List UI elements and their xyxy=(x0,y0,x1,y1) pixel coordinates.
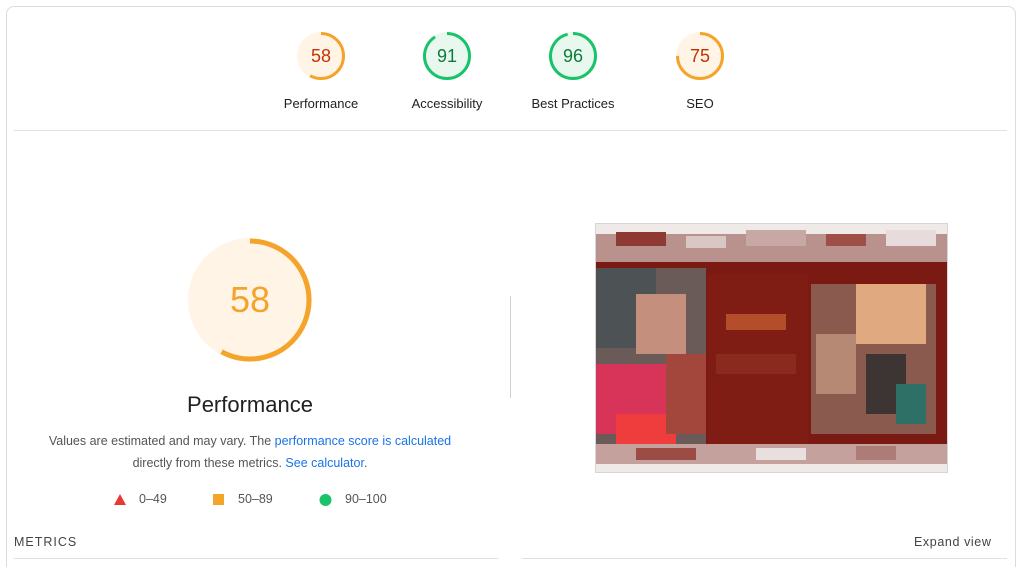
legend-label: 50–89 xyxy=(238,492,273,506)
metrics-heading: METRICS xyxy=(14,535,78,549)
gauge-label: Performance xyxy=(283,96,359,111)
score-summary: 58 Performance 91 Accessibility 96 Best … xyxy=(0,0,1024,132)
triangle-icon xyxy=(114,494,126,505)
circle-icon xyxy=(319,494,332,506)
gauge-score: 91 xyxy=(436,46,458,66)
legend-label: 90–100 xyxy=(345,492,387,506)
performance-score-large: 58 xyxy=(229,279,271,320)
gauge-score: 58 xyxy=(310,46,332,66)
gauge-score: 96 xyxy=(562,46,584,66)
square-icon xyxy=(213,494,224,505)
metrics-divider-left xyxy=(14,558,498,559)
page-screenshot-thumbnail[interactable] xyxy=(595,223,948,473)
expand-view-button[interactable]: Expand view xyxy=(914,535,991,549)
performance-title: Performance xyxy=(187,392,313,417)
screenshot-image xyxy=(596,224,947,472)
see-calculator-link[interactable]: See calculator xyxy=(285,456,364,470)
gauge-accessibility[interactable]: 91 Accessibility xyxy=(387,30,507,111)
performance-gauge-large: 58 xyxy=(186,236,314,364)
gauge-seo[interactable]: 75 SEO xyxy=(640,30,760,111)
gauge-performance[interactable]: 58 Performance xyxy=(261,30,381,111)
desc-text: directly from these metrics. xyxy=(132,456,286,470)
gauge-label: Best Practices xyxy=(531,96,615,111)
gauge-label: Accessibility xyxy=(411,96,483,111)
performance-score-link[interactable]: performance score is calculated xyxy=(275,434,451,448)
desc-text: . xyxy=(363,456,368,470)
gauge-score: 75 xyxy=(689,46,711,66)
section-divider xyxy=(510,296,511,398)
performance-description: Values are estimated and may vary. The p… xyxy=(40,430,460,474)
gauge-label: SEO xyxy=(686,96,714,111)
desc-text: Values are estimated and may vary. The xyxy=(48,434,275,448)
legend-label: 0–49 xyxy=(139,492,167,506)
summary-divider xyxy=(14,130,1007,131)
gauge-best-practices[interactable]: 96 Best Practices xyxy=(513,30,633,111)
metrics-divider-right xyxy=(522,558,1007,559)
